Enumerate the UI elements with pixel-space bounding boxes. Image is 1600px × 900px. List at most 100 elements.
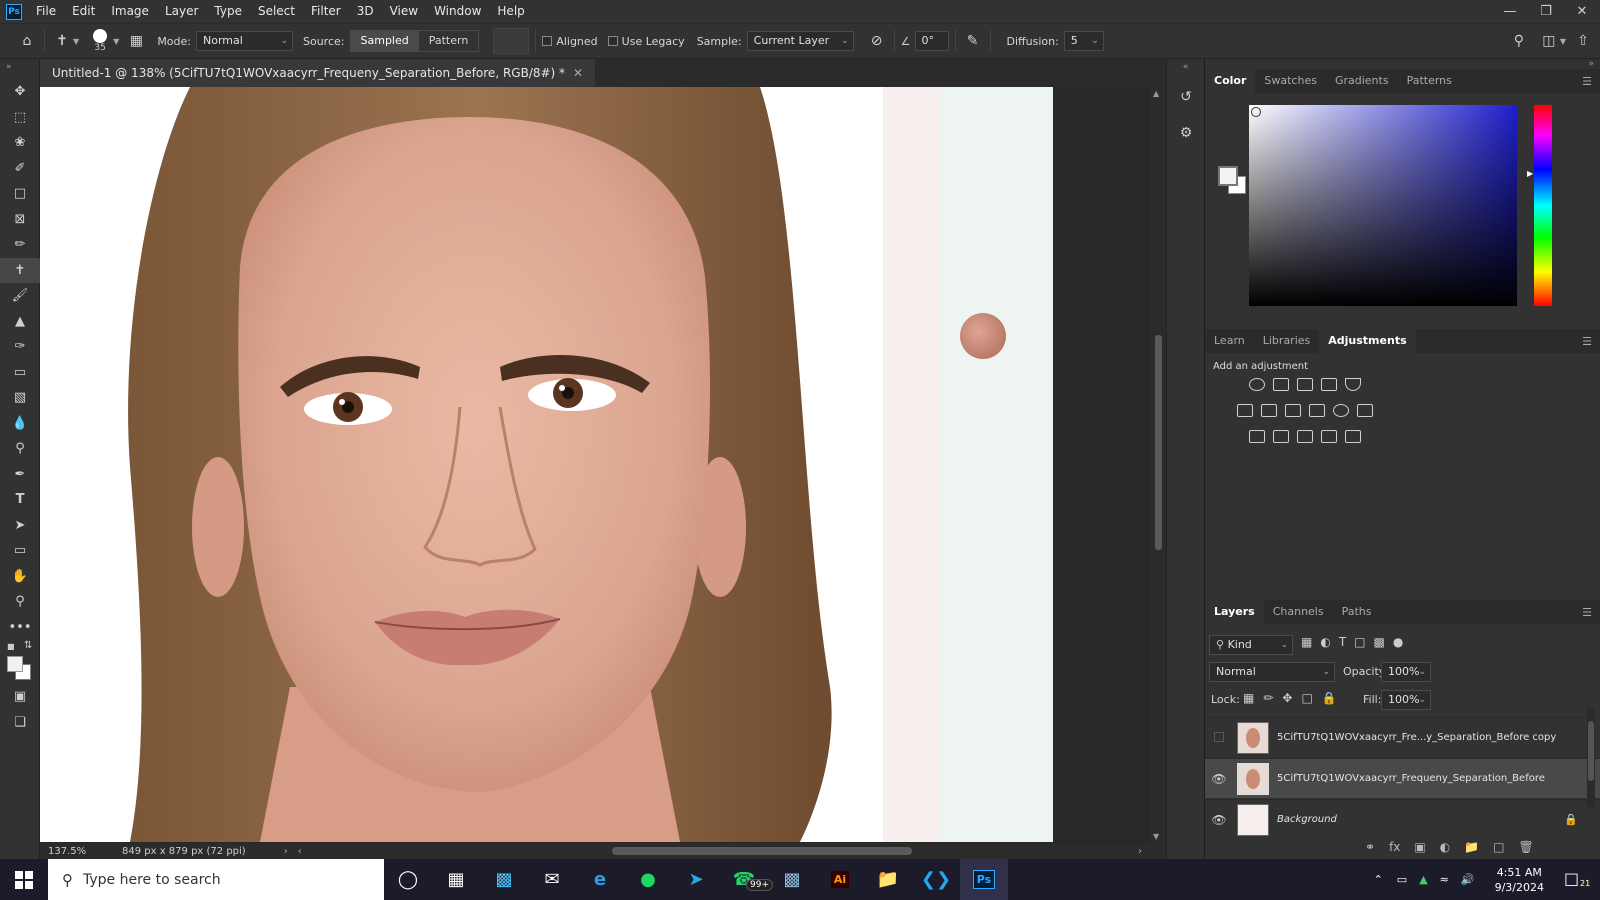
menu-select[interactable]: Select: [250, 0, 303, 23]
filter-toggle-icon[interactable]: ●: [1393, 635, 1403, 649]
document-canvas[interactable]: [40, 87, 1053, 842]
edge-browser-icon[interactable]: e: [576, 859, 624, 900]
move-tool-icon[interactable]: ✥: [0, 79, 40, 105]
brush-chevron-down-icon[interactable]: ▼: [113, 37, 119, 46]
document-tab[interactable]: Untitled-1 @ 138% (5CifTU7tQ1WOVxaacyrr_…: [40, 59, 596, 87]
menu-view[interactable]: View: [382, 0, 426, 23]
illustrator-icon[interactable]: Ai: [816, 859, 864, 900]
blur-tool-icon[interactable]: 💧: [0, 411, 40, 437]
vibrance-icon[interactable]: [1345, 378, 1361, 391]
lock-transparent-pixels-icon[interactable]: ▦: [1243, 691, 1254, 705]
layer-row[interactable]: 👁 Background 🔒: [1205, 799, 1600, 839]
layers-scroll-thumb[interactable]: [1588, 721, 1594, 781]
filter-pixel-icon[interactable]: ▦: [1301, 635, 1312, 649]
picker-cursor-icon[interactable]: [1251, 107, 1261, 117]
history-icon[interactable]: ↺: [1167, 79, 1205, 115]
microsoft-store-icon[interactable]: ▩: [480, 859, 528, 900]
lasso-tool-icon[interactable]: ❀: [0, 130, 40, 156]
task-view-icon[interactable]: ▦: [432, 859, 480, 900]
fx-icon[interactable]: fx: [1389, 840, 1400, 854]
lock-position-icon[interactable]: ✥: [1282, 691, 1292, 705]
filter-shape-icon[interactable]: □: [1354, 635, 1365, 649]
file-explorer-icon[interactable]: 📁: [864, 859, 912, 900]
new-group-icon[interactable]: 📁: [1464, 840, 1479, 854]
filter-adjustment-icon[interactable]: ◐: [1320, 635, 1330, 649]
panel-menu-icon[interactable]: ☰: [1582, 606, 1592, 619]
quick-mask-icon[interactable]: ▣: [0, 684, 40, 710]
frame-tool-icon[interactable]: ⊠: [0, 207, 40, 233]
hue-slider-handle-icon[interactable]: ▶: [1527, 169, 1533, 178]
crop-tool-icon[interactable]: □: [0, 181, 40, 207]
scroll-left-icon[interactable]: ‹: [298, 846, 302, 857]
gradient-tool-icon[interactable]: ▧: [0, 385, 40, 411]
foreground-color-chip[interactable]: [1218, 166, 1238, 186]
zoom-level[interactable]: 137.5%: [48, 846, 108, 857]
default-colors-icon[interactable]: ■: [7, 642, 15, 651]
vscode-icon[interactable]: ❮❯: [912, 859, 960, 900]
photos-app-icon[interactable]: ▩: [768, 859, 816, 900]
search-icon[interactable]: ⚲: [1508, 30, 1530, 52]
eraser-tool-icon[interactable]: ▭: [0, 360, 40, 386]
posterize-icon[interactable]: [1273, 430, 1289, 443]
pattern-picker[interactable]: [493, 28, 530, 54]
brush-tool-icon[interactable]: 🖌: [0, 283, 40, 309]
show-hidden-icons-icon[interactable]: ⌃: [1374, 873, 1383, 886]
fill-field[interactable]: 100% ⌄: [1381, 690, 1431, 710]
source-sampled-button[interactable]: Sampled: [350, 31, 419, 51]
type-tool-icon[interactable]: T: [0, 487, 40, 513]
taskbar-search[interactable]: ⚲ Type here to search: [48, 859, 384, 900]
eye-icon[interactable]: 👁: [1205, 772, 1233, 786]
history-brush-tool-icon[interactable]: ✑: [0, 334, 40, 360]
workspace-chevron-down-icon[interactable]: ▼: [1560, 37, 1566, 46]
volume-icon[interactable]: 🔊: [1461, 873, 1475, 886]
zoom-tool-icon[interactable]: ⚲: [0, 589, 40, 615]
layer-name[interactable]: 5CifTU7tQ1WOVxaacyrr_Fre...y_Separation_…: [1277, 732, 1556, 743]
tab-patterns[interactable]: Patterns: [1398, 69, 1461, 93]
layer-filter-kind-select[interactable]: ⚲ Kind ⌄: [1209, 635, 1293, 655]
rectangle-tool-icon[interactable]: ▭: [0, 538, 40, 564]
filter-type-icon[interactable]: T: [1339, 635, 1346, 649]
tab-color[interactable]: Color: [1205, 69, 1256, 93]
workspace-icon[interactable]: ◫: [1538, 30, 1560, 52]
layer-visibility-toggle[interactable]: [1205, 731, 1233, 745]
sample-select[interactable]: Current Layer ⌄: [746, 31, 854, 51]
menu-image[interactable]: Image: [103, 0, 157, 23]
source-pattern-button[interactable]: Pattern: [419, 31, 479, 51]
spotify-icon[interactable]: ●: [624, 859, 672, 900]
panel-menu-icon[interactable]: ☰: [1582, 75, 1592, 88]
tool-preset-chevron-down-icon[interactable]: ▼: [73, 37, 79, 46]
close-tab-icon[interactable]: ✕: [573, 66, 583, 80]
layer-row[interactable]: 👁 5CifTU7tQ1WOVxaacyrr_Frequeny_Separati…: [1205, 758, 1600, 798]
black-white-icon[interactable]: [1285, 404, 1301, 417]
eye-icon[interactable]: 👁: [1205, 813, 1233, 827]
photoshop-taskbar-icon[interactable]: Ps: [960, 859, 1008, 900]
notification-center-button[interactable]: □ 21: [1558, 865, 1594, 895]
tab-adjustments[interactable]: Adjustments: [1319, 329, 1416, 353]
menu-type[interactable]: Type: [206, 0, 250, 23]
restore-icon[interactable]: ❐: [1528, 4, 1564, 19]
layers-scrollbar[interactable]: [1587, 707, 1595, 807]
cortana-icon[interactable]: ◯: [384, 859, 432, 900]
menu-file[interactable]: File: [28, 0, 64, 23]
tab-paths[interactable]: Paths: [1333, 600, 1381, 624]
hue-saturation-icon[interactable]: [1237, 404, 1253, 417]
tab-libraries[interactable]: Libraries: [1254, 329, 1320, 353]
new-layer-icon[interactable]: □: [1493, 840, 1504, 854]
selective-color-icon[interactable]: [1321, 430, 1337, 443]
tab-channels[interactable]: Channels: [1264, 600, 1333, 624]
opacity-field[interactable]: 100% ⌄: [1381, 662, 1431, 682]
swap-colors-icon[interactable]: ⇅: [24, 640, 32, 651]
diffusion-select[interactable]: 5 ⌄: [1063, 31, 1104, 51]
menu-layer[interactable]: Layer: [157, 0, 206, 23]
levels-icon[interactable]: [1273, 378, 1289, 391]
tab-gradients[interactable]: Gradients: [1326, 69, 1398, 93]
eyedropper-tool-icon[interactable]: ✏: [0, 232, 40, 258]
pressure-size-icon[interactable]: ✎: [962, 30, 984, 52]
quick-selection-tool-icon[interactable]: ✐: [0, 156, 40, 182]
vertical-scrollbar[interactable]: ▲ ▼: [1150, 87, 1166, 843]
panel-menu-icon[interactable]: ☰: [1582, 335, 1592, 348]
dodge-tool-icon[interactable]: ⚲: [0, 436, 40, 462]
expand-panels-icon[interactable]: »: [1588, 59, 1594, 69]
telegram-icon[interactable]: ➤: [672, 859, 720, 900]
mail-icon[interactable]: ✉: [528, 859, 576, 900]
